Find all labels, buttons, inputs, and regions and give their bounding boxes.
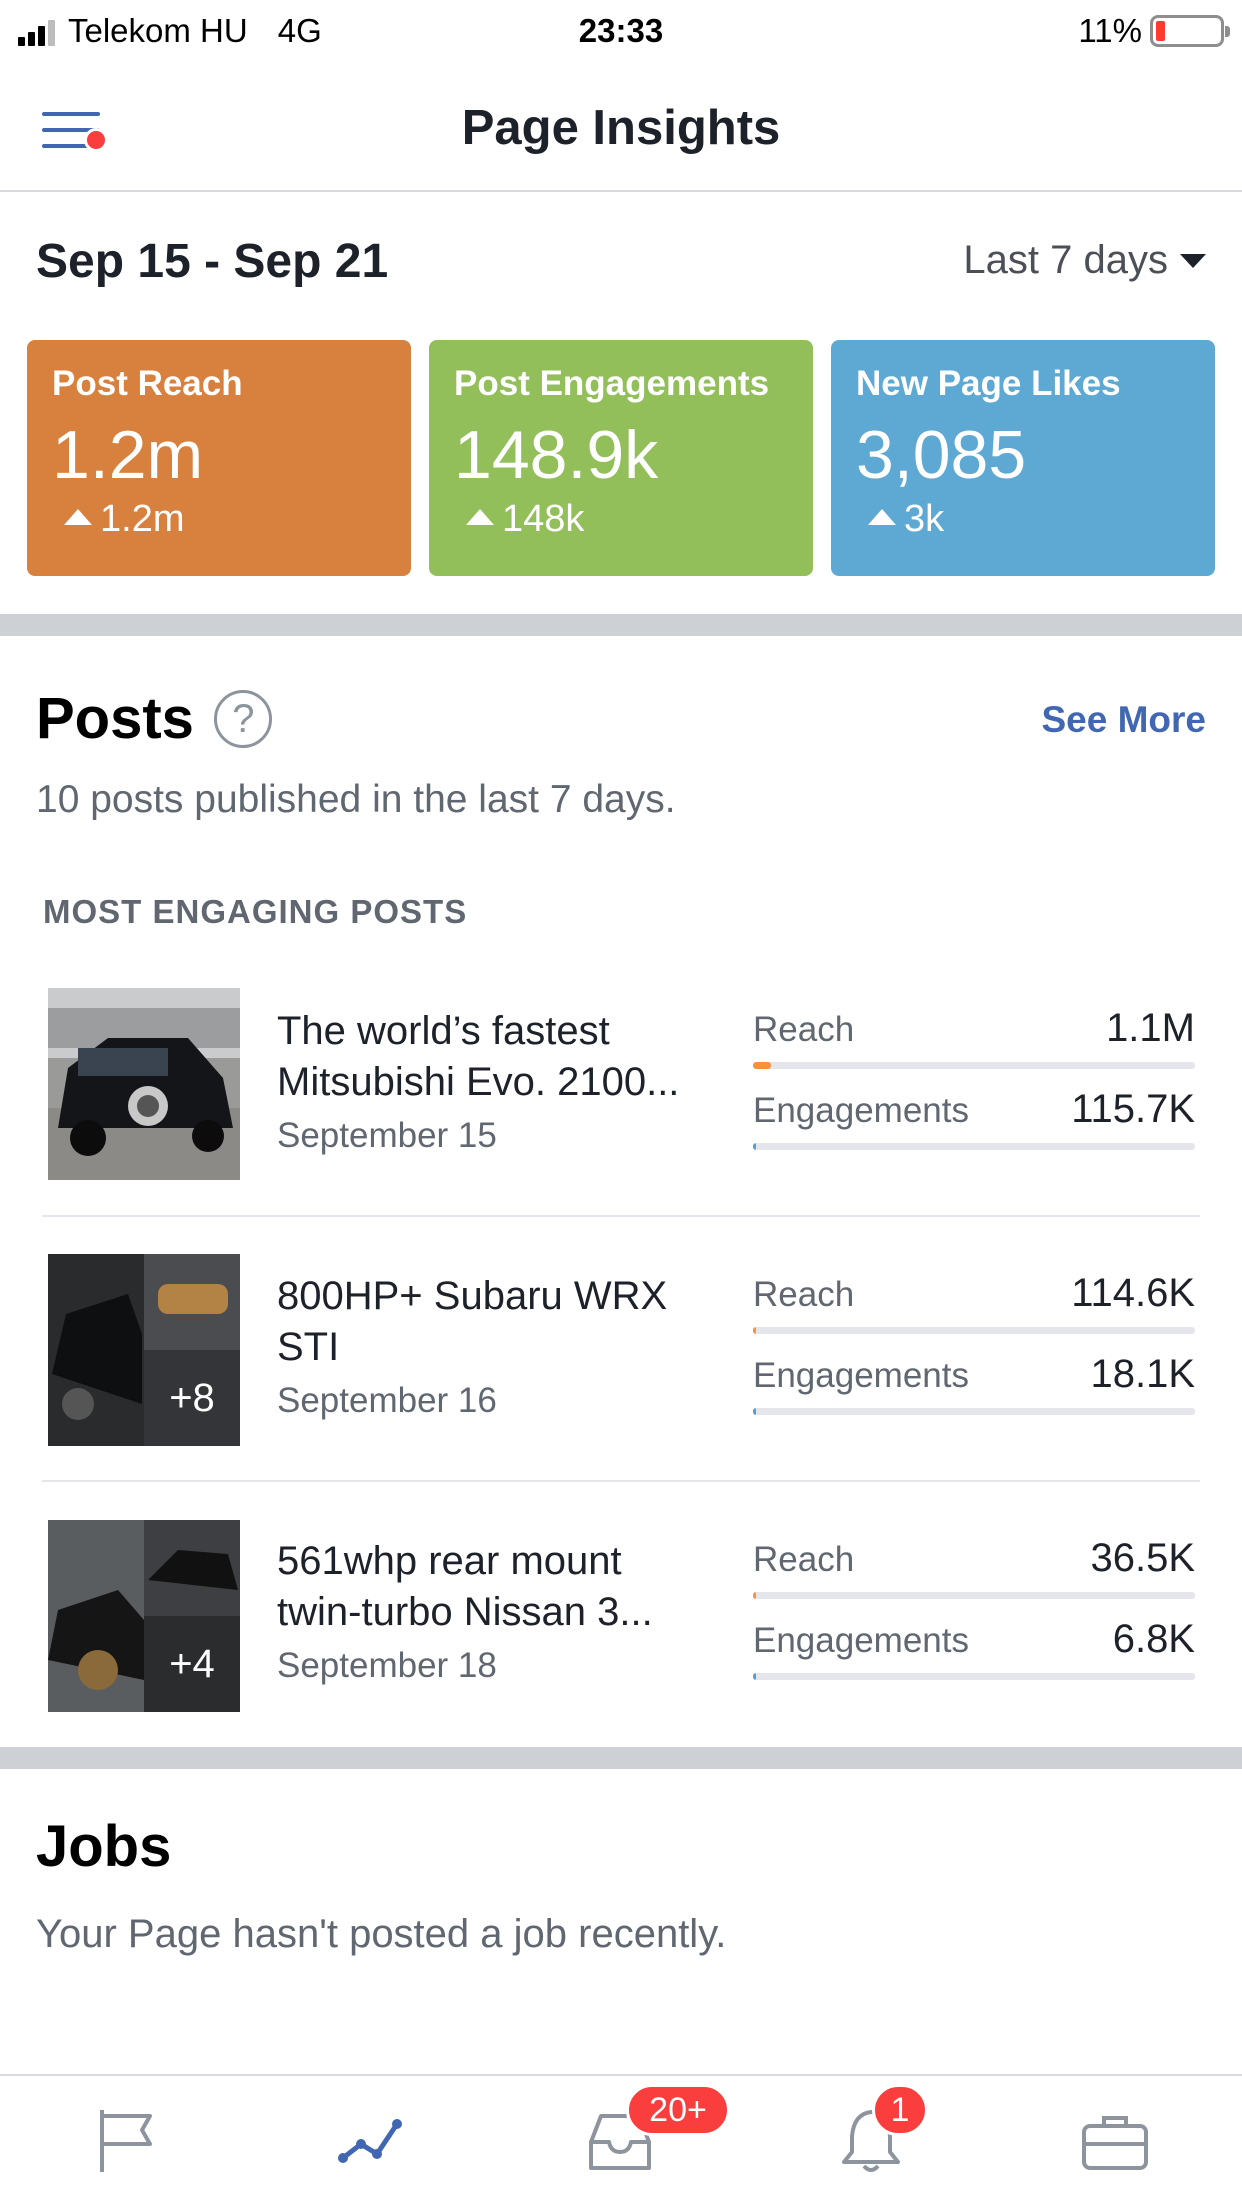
extra-photos-count: +4 xyxy=(144,1616,240,1712)
post-thumbnail xyxy=(48,988,240,1180)
battery-percent: 11% xyxy=(1078,12,1142,49)
reach-value: 36.5K xyxy=(1090,1536,1195,1580)
post-thumbnail: +8 xyxy=(48,1254,240,1446)
status-time: 23:33 xyxy=(578,12,664,49)
most-engaging-label: MOST ENGAGING POSTS xyxy=(43,893,468,930)
post-title: 800HP+ Subaru WRX STI xyxy=(277,1274,668,1369)
reach-bar-fill xyxy=(753,1327,756,1334)
reach-bar-fill xyxy=(753,1592,756,1599)
engagements-value: 115.7K xyxy=(1071,1087,1195,1131)
date-row: Sep 15 - Sep 21 Last 7 days xyxy=(36,230,1206,290)
posts-subtitle: 10 posts published in the last 7 days. xyxy=(36,778,676,821)
engagements-value: 18.1K xyxy=(1090,1352,1195,1396)
date-range: Sep 15 - Sep 21 xyxy=(36,235,389,288)
status-bar: Telekom HU 4G 23:33 11% xyxy=(0,0,1242,62)
battery-icon xyxy=(1150,15,1230,47)
inbox-badge: 20+ xyxy=(626,2084,730,2136)
post-date: September 16 xyxy=(277,1381,497,1420)
insights-icon[interactable] xyxy=(337,2106,407,2176)
post-metrics: Reach 36.5K Engagements 6.8K xyxy=(753,1536,1195,1702)
jobs-text: Your Page hasn't posted a job recently. xyxy=(36,1912,727,1956)
notifications-badge: 1 xyxy=(872,2084,928,2136)
post-reach-card[interactable]: Post Reach 1.2m 1.2m xyxy=(27,340,411,576)
period-dropdown[interactable]: Last 7 days xyxy=(963,238,1206,283)
tab-bar: 20+ 1 xyxy=(0,2074,1242,2208)
card-delta: 148k xyxy=(502,498,585,540)
reach-label: Reach xyxy=(753,1540,855,1579)
see-more-link[interactable]: See More xyxy=(1041,699,1206,741)
up-arrow-icon xyxy=(868,508,896,525)
engagements-label: Engagements xyxy=(753,1356,969,1395)
engagements-bar-fill xyxy=(753,1673,756,1680)
up-arrow-icon xyxy=(466,508,494,525)
post-title: 561whp rear mount twin-turbo Nissan 3... xyxy=(277,1539,653,1634)
page-title: Page Insights xyxy=(461,101,781,155)
post-metrics: Reach 114.6K Engagements 18.1K xyxy=(753,1271,1195,1437)
post-title: The world’s fastest Mitsubishi Evo. 2100… xyxy=(277,1009,680,1104)
post-thumbnail: +4 xyxy=(48,1520,240,1712)
section-divider xyxy=(0,1747,1242,1769)
briefcase-icon[interactable] xyxy=(1080,2106,1150,2176)
card-delta: 3k xyxy=(904,498,945,540)
engagements-label: Engagements xyxy=(753,1621,969,1660)
reach-label: Reach xyxy=(753,1275,855,1314)
caret-down-icon xyxy=(1180,253,1206,268)
reach-value: 1.1M xyxy=(1106,1006,1195,1050)
card-value: 1.2m xyxy=(52,417,204,493)
new-page-likes-card[interactable]: New Page Likes 3,085 3k xyxy=(831,340,1215,576)
engagements-bar xyxy=(753,1143,1195,1150)
post-date: September 15 xyxy=(277,1116,497,1155)
post-row[interactable]: The world’s fastest Mitsubishi Evo. 2100… xyxy=(42,952,1200,1217)
card-label: Post Engagements xyxy=(454,364,770,403)
engagements-value: 6.8K xyxy=(1112,1617,1195,1661)
card-label: Post Reach xyxy=(52,364,243,403)
reach-bar-fill xyxy=(753,1062,771,1069)
up-arrow-icon xyxy=(64,508,92,525)
posts-header: Posts ? See More xyxy=(36,685,1206,755)
engagements-bar xyxy=(753,1408,1195,1415)
reach-value: 114.6K xyxy=(1071,1271,1195,1315)
post-row[interactable]: +8 800HP+ Subaru WRX STI September 16 Re… xyxy=(42,1217,1200,1482)
engagements-label: Engagements xyxy=(753,1091,969,1130)
reach-label: Reach xyxy=(753,1010,855,1049)
engagements-bar-fill xyxy=(753,1408,756,1415)
post-date: September 18 xyxy=(277,1646,497,1685)
summary-cards: Post Reach 1.2m 1.2m Post Engagements 14… xyxy=(27,340,1215,576)
reach-bar xyxy=(753,1062,1195,1069)
section-divider xyxy=(0,614,1242,636)
nav-bar: Page Insights xyxy=(0,62,1242,192)
post-row[interactable]: +4 561whp rear mount twin-turbo Nissan 3… xyxy=(42,1482,1200,1747)
post-engagements-card[interactable]: Post Engagements 148.9k 148k xyxy=(429,340,813,576)
reach-bar xyxy=(753,1327,1195,1334)
card-value: 3,085 xyxy=(856,417,1027,493)
card-delta: 1.2m xyxy=(100,498,185,540)
card-value: 148.9k xyxy=(454,417,659,493)
posts-title: Posts xyxy=(36,686,194,751)
extra-photos-count: +8 xyxy=(144,1350,240,1446)
engagements-bar xyxy=(753,1673,1195,1680)
engagements-bar-fill xyxy=(753,1143,756,1150)
help-icon[interactable]: ? xyxy=(214,689,273,748)
card-label: New Page Likes xyxy=(856,364,1121,403)
reach-bar xyxy=(753,1592,1195,1599)
jobs-title: Jobs xyxy=(36,1814,172,1879)
flag-icon[interactable] xyxy=(92,2106,162,2176)
post-metrics: Reach 1.1M Engagements 115.7K xyxy=(753,1006,1195,1172)
period-label: Last 7 days xyxy=(963,238,1168,282)
